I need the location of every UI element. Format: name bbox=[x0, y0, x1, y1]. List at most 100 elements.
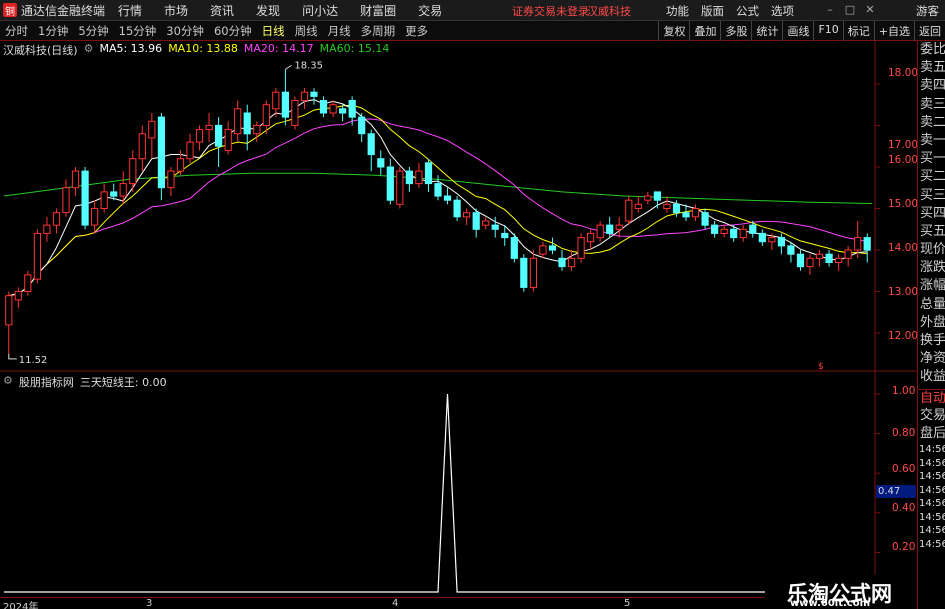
login-status[interactable]: 证券交易未登录 bbox=[512, 3, 589, 19]
candle-body bbox=[835, 257, 843, 264]
settings-gear-icon[interactable]: ⚙ bbox=[84, 42, 94, 58]
candle bbox=[367, 129, 375, 172]
period-15min[interactable]: 15分钟 bbox=[114, 23, 162, 39]
indicator-line bbox=[4, 393, 872, 593]
candle bbox=[835, 254, 843, 271]
candle bbox=[339, 104, 347, 122]
price-tick-16: 16.00 bbox=[888, 154, 919, 166]
indicator-value: 三天短线王: 0.00 bbox=[79, 376, 167, 389]
period-multi[interactable]: 多周期 bbox=[356, 23, 401, 39]
candle-body bbox=[33, 232, 41, 280]
candle-body bbox=[329, 104, 337, 114]
back-button[interactable]: 返回 bbox=[914, 21, 945, 41]
fuquan-button[interactable]: 复权 bbox=[658, 21, 689, 41]
candle bbox=[5, 291, 13, 354]
mark-button[interactable]: 标记 bbox=[842, 21, 874, 41]
menu-item-faxian[interactable]: 发现 bbox=[245, 2, 291, 19]
side-trade[interactable]: 交易 bbox=[918, 407, 945, 425]
period-daily[interactable]: 日线 bbox=[257, 23, 290, 39]
candle bbox=[758, 229, 766, 246]
candle-body bbox=[749, 224, 757, 234]
period-fenshi[interactable]: 分时 bbox=[0, 23, 33, 39]
add-favorite-button[interactable]: +自选 bbox=[873, 21, 914, 41]
candle-body bbox=[129, 158, 137, 185]
candle-body bbox=[157, 116, 166, 189]
candle-body bbox=[777, 237, 785, 247]
tick-time: 14:56 bbox=[919, 498, 945, 510]
side-after-hours[interactable]: 盘后 bbox=[918, 425, 945, 443]
candle-body bbox=[262, 104, 270, 126]
candle bbox=[596, 220, 604, 242]
indicator-settings-icon[interactable]: ⚙ bbox=[3, 374, 13, 390]
menu-item-banmian[interactable]: 版面 bbox=[695, 3, 730, 19]
candle-body bbox=[806, 257, 814, 268]
side-net-assets: 净资 bbox=[920, 351, 945, 367]
candle bbox=[796, 250, 805, 271]
candle bbox=[510, 233, 518, 263]
candle bbox=[377, 150, 385, 176]
side-price: 现价 bbox=[920, 242, 945, 258]
candle-body bbox=[43, 224, 51, 234]
candle-body bbox=[548, 245, 557, 251]
side-buy1: 买一 bbox=[920, 151, 945, 167]
period-30min[interactable]: 30分钟 bbox=[161, 23, 209, 39]
guest-login-button[interactable]: 游客 bbox=[916, 3, 939, 19]
menu-item-xuanxiang[interactable]: 选项 bbox=[765, 3, 800, 19]
side-turnover: 换手 bbox=[920, 333, 945, 348]
overlay-button[interactable]: 叠加 bbox=[689, 21, 720, 41]
menu-item-gongshi[interactable]: 公式 bbox=[730, 3, 765, 19]
candle bbox=[167, 166, 175, 197]
menu-item-hangqing[interactable]: 行情 bbox=[107, 2, 153, 19]
date-tick-2024: 2024年 bbox=[3, 602, 39, 609]
candle bbox=[138, 125, 146, 172]
menu-item-jiaoyi[interactable]: 交易 bbox=[407, 2, 453, 19]
indicator-header: ⚙ 股朋指标网 三天短线王: 0.00 bbox=[3, 374, 167, 390]
period-monthly[interactable]: 月线 bbox=[323, 23, 356, 39]
period-5min[interactable]: 5分钟 bbox=[73, 23, 113, 39]
draw-line-button[interactable]: 画线 bbox=[782, 21, 813, 41]
menu-item-caifuquan[interactable]: 财富圈 bbox=[349, 2, 407, 19]
menu-item-shichang[interactable]: 市场 bbox=[153, 2, 199, 19]
candle bbox=[43, 216, 51, 242]
stats-button[interactable]: 统计 bbox=[751, 21, 782, 41]
period-1min[interactable]: 1分钟 bbox=[33, 23, 73, 39]
candle-body bbox=[863, 237, 871, 251]
close-icon[interactable]: ✕ bbox=[862, 3, 878, 17]
price-tick-14: 14.00 bbox=[888, 242, 919, 254]
candle bbox=[482, 216, 490, 230]
candle-body bbox=[396, 170, 404, 205]
candle bbox=[148, 112, 156, 159]
side-buy3: 买三 bbox=[920, 187, 945, 203]
candlestick-chart[interactable]: 18.35 11.52 $ bbox=[0, 41, 917, 372]
candle bbox=[777, 233, 785, 255]
side-change-pct: 涨幅 bbox=[920, 278, 945, 294]
indicator-chart[interactable] bbox=[0, 372, 917, 597]
candle-body bbox=[62, 187, 70, 214]
candle bbox=[157, 112, 166, 201]
candle-body bbox=[71, 170, 80, 189]
side-buy4: 买四 bbox=[920, 205, 945, 221]
candle-body bbox=[796, 253, 805, 268]
candle-body bbox=[758, 232, 766, 243]
menu-item-zixun[interactable]: 资讯 bbox=[199, 2, 245, 19]
candle bbox=[787, 241, 795, 263]
period-weekly[interactable]: 周线 bbox=[290, 23, 323, 39]
period-60min[interactable]: 60分钟 bbox=[209, 23, 257, 39]
period-more[interactable]: 更多 bbox=[400, 23, 433, 39]
multi-stock-button[interactable]: 多股 bbox=[720, 21, 751, 41]
candle bbox=[701, 208, 709, 230]
candle bbox=[215, 117, 223, 167]
candle bbox=[644, 191, 652, 205]
f10-button[interactable]: F10 bbox=[813, 21, 842, 41]
menu-item-gongneng[interactable]: 功能 bbox=[660, 3, 695, 19]
minimize-icon[interactable]: – bbox=[822, 3, 838, 17]
candle-body bbox=[310, 91, 318, 97]
menu-item-wenxiaoda[interactable]: 问小达 bbox=[291, 2, 349, 19]
candle-body bbox=[434, 183, 442, 197]
price-tick-12: 12.00 bbox=[888, 330, 919, 342]
maximize-icon[interactable]: □ bbox=[842, 3, 858, 17]
candle-body bbox=[644, 195, 652, 201]
side-auto-toggle[interactable]: 自动 bbox=[918, 388, 945, 407]
side-sell1: 卖一 bbox=[920, 132, 945, 148]
candle bbox=[14, 287, 22, 309]
